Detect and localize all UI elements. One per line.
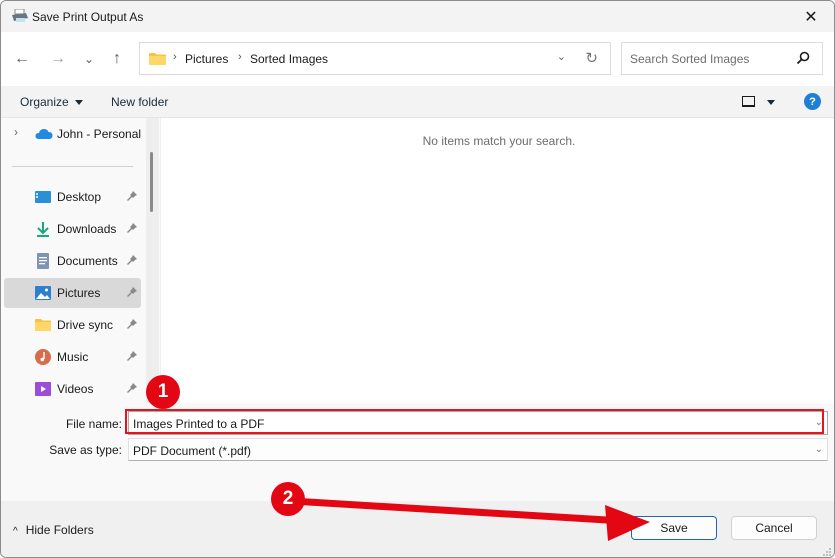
breadcrumb-separator: › xyxy=(173,51,177,63)
close-button[interactable]: ✕ xyxy=(788,1,834,32)
view-options-caret-icon[interactable] xyxy=(767,100,775,105)
file-name-input[interactable]: Images Printed to a PDF ⌄ xyxy=(128,411,828,435)
chevron-down-icon[interactable]: ⌄ xyxy=(815,417,823,428)
documents-icon xyxy=(37,253,49,269)
breadcrumb-sorted-images[interactable]: Sorted Images xyxy=(250,52,328,66)
pin-icon[interactable] xyxy=(126,190,138,202)
title-bar: Save Print Output As ✕ xyxy=(1,1,834,32)
onedrive-cloud-icon xyxy=(35,129,53,139)
sidebar-item-onedrive[interactable]: › John - Personal xyxy=(4,119,141,149)
sidebar-item-label: Pictures xyxy=(57,286,101,300)
file-name-value: Images Printed to a PDF xyxy=(133,417,265,431)
search-icon xyxy=(796,51,810,65)
expand-chevron-icon[interactable]: › xyxy=(14,125,18,139)
pin-icon[interactable] xyxy=(126,318,138,330)
pin-icon[interactable] xyxy=(126,382,138,394)
save-as-type-select[interactable]: PDF Document (*.pdf) ⌄ xyxy=(128,438,828,461)
music-icon xyxy=(35,349,51,365)
step-1-badge: 1 xyxy=(146,375,180,409)
sidebar-item-label: Drive sync xyxy=(57,318,114,332)
sidebar-item-label: Documents xyxy=(57,254,118,268)
sidebar-item-pictures[interactable]: Pictures xyxy=(4,278,141,308)
arrow-right-icon: → xyxy=(50,50,66,67)
navigation-pane: › John - Personal Desktop Downloads Docu… xyxy=(1,118,146,403)
save-as-type-value: PDF Document (*.pdf) xyxy=(133,444,252,458)
downloads-icon xyxy=(37,222,49,237)
step-2-badge: 2 xyxy=(271,482,305,516)
command-bar: Organize New folder ? xyxy=(1,86,834,118)
view-layout-icon[interactable] xyxy=(742,96,755,107)
close-icon: ✕ xyxy=(804,8,818,26)
resize-grip-icon[interactable] xyxy=(822,547,832,557)
sidebar-item-label: Downloads xyxy=(57,222,117,236)
sidebar-item-documents[interactable]: Documents xyxy=(4,246,141,276)
pictures-icon xyxy=(35,286,51,300)
file-list-pane[interactable]: No items match your search. xyxy=(160,118,834,403)
sidebar-item-videos[interactable]: Videos xyxy=(4,374,141,404)
navigation-pane-scrollbar[interactable] xyxy=(146,118,159,403)
sidebar-item-downloads[interactable]: Downloads xyxy=(4,214,141,244)
folder-icon xyxy=(149,53,166,65)
folder-icon xyxy=(35,319,51,331)
videos-icon xyxy=(35,382,51,396)
caret-down-icon xyxy=(74,100,83,106)
empty-message: No items match your search. xyxy=(422,134,576,148)
dialog-footer: ^ Hide Folders Save Cancel xyxy=(1,501,834,557)
arrow-up-icon: ↑ xyxy=(113,50,121,67)
sidebar-item-drive-sync[interactable]: Drive sync xyxy=(4,310,141,340)
new-folder-button[interactable]: New folder xyxy=(111,95,168,109)
save-as-type-label: Save as type: xyxy=(49,443,122,457)
sidebar-item-label: Videos xyxy=(57,382,94,396)
forward-button[interactable]: → xyxy=(46,47,70,71)
help-icon[interactable]: ? xyxy=(804,93,821,110)
breadcrumb-pictures[interactable]: Pictures xyxy=(185,52,228,66)
sidebar-item-music[interactable]: Music xyxy=(4,342,141,372)
sidebar-divider xyxy=(12,166,133,167)
desktop-icon xyxy=(35,191,51,203)
pin-icon[interactable] xyxy=(126,286,138,298)
scrollbar-thumb[interactable] xyxy=(150,152,153,212)
pin-icon[interactable] xyxy=(126,222,138,234)
window-title: Save Print Output As xyxy=(32,10,144,24)
save-form: File name: Images Printed to a PDF ⌄ Sav… xyxy=(1,403,834,501)
save-dialog: Save Print Output As ✕ ← → ⌄ ↑ › Picture… xyxy=(0,0,835,558)
search-placeholder: Search Sorted Images xyxy=(630,52,750,66)
navigation-bar: ← → ⌄ ↑ › Pictures › Sorted Images ⌄ ↻ S… xyxy=(1,32,834,86)
chevron-down-icon[interactable]: ⌄ xyxy=(815,444,823,455)
breadcrumb-separator: › xyxy=(238,51,242,63)
organize-button[interactable]: Organize xyxy=(20,95,83,109)
refresh-icon[interactable]: ↻ xyxy=(585,49,598,67)
pin-icon[interactable] xyxy=(126,350,138,362)
search-input[interactable]: Search Sorted Images xyxy=(621,42,823,75)
chevron-down-icon: ⌄ xyxy=(83,52,95,66)
organize-label: Organize xyxy=(20,95,69,109)
arrow-left-icon: ← xyxy=(14,50,30,67)
recent-locations-button[interactable]: ⌄ xyxy=(77,47,101,71)
address-dropdown-icon[interactable]: ⌄ xyxy=(557,50,566,63)
pin-icon[interactable] xyxy=(126,254,138,266)
cancel-button[interactable]: Cancel xyxy=(731,516,817,540)
file-name-label: File name: xyxy=(65,417,122,431)
back-button[interactable]: ← xyxy=(10,47,34,71)
address-bar[interactable]: › Pictures › Sorted Images ⌄ ↻ xyxy=(139,42,611,75)
hide-folders-label: Hide Folders xyxy=(25,523,94,537)
chevron-up-icon: ^ xyxy=(13,526,18,537)
sidebar-item-label: Desktop xyxy=(57,190,102,204)
save-button[interactable]: Save xyxy=(631,516,717,540)
up-button[interactable]: ↑ xyxy=(105,47,129,71)
printer-icon xyxy=(12,9,28,22)
sidebar-item-label: Music xyxy=(57,350,89,364)
hide-folders-button[interactable]: ^ Hide Folders xyxy=(13,523,94,537)
sidebar-item-label: John - Personal xyxy=(57,127,142,141)
sidebar-item-desktop[interactable]: Desktop xyxy=(4,182,141,212)
